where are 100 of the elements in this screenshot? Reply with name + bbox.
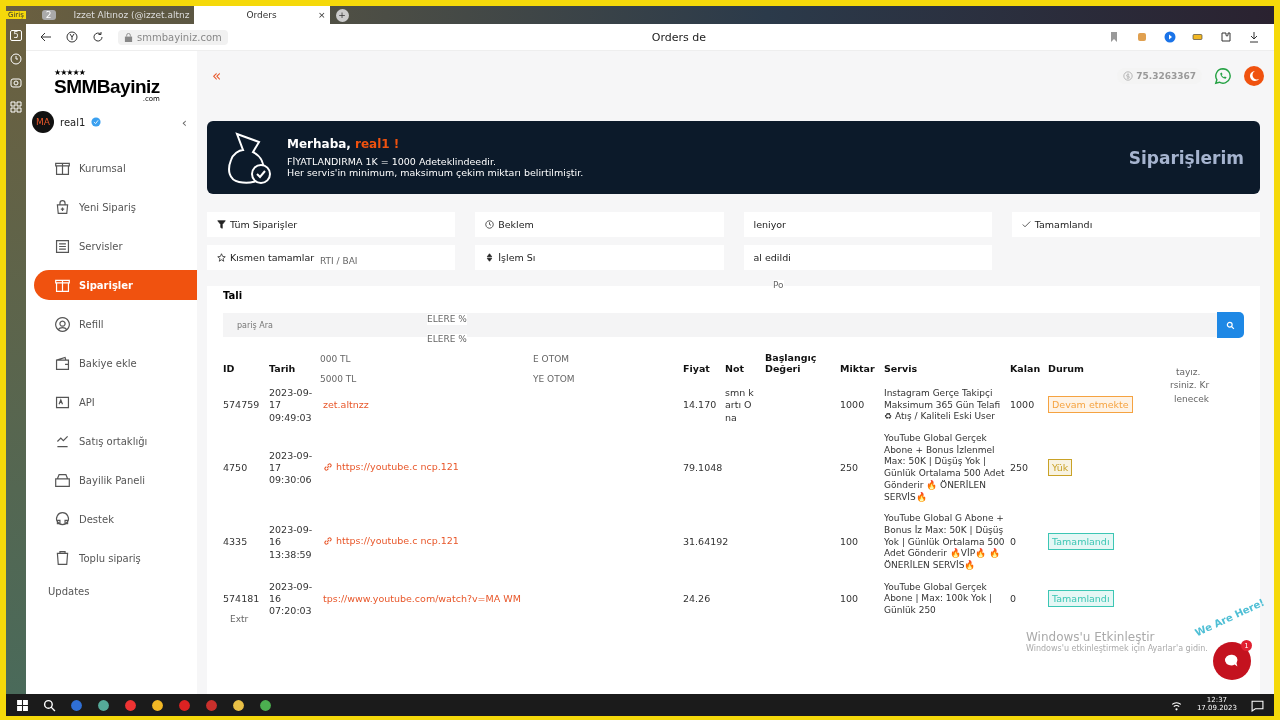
- table-cell-text: 24.26: [683, 592, 712, 606]
- overlay-fragment: ELERE %: [427, 334, 467, 345]
- battery-icon[interactable]: [1192, 31, 1204, 43]
- column-header: Başlangıç Değeri: [765, 352, 818, 374]
- column-header: Fiyat: [683, 363, 710, 374]
- verified-icon: [91, 117, 102, 127]
- order-link[interactable]: tps://www.youtube.com/watch?v=MA WM: [323, 593, 521, 606]
- app-icon[interactable]: [97, 698, 110, 712]
- table-cell-text: 2023-09-16 13:38:59: [269, 522, 314, 562]
- overlay-fragment: Extr: [230, 614, 249, 625]
- sidebar-item[interactable]: Bakiye ekle: [34, 348, 197, 378]
- greeting: Merhaba, real1 !: [287, 137, 401, 151]
- play-icon[interactable]: [1164, 31, 1176, 43]
- table-cell-text: 1000: [1010, 398, 1036, 413]
- status-badge: Tamamlandı: [1048, 590, 1114, 607]
- search-icon[interactable]: [43, 698, 56, 712]
- sidebar-item[interactable]: API: [34, 387, 197, 417]
- reload-icon[interactable]: [92, 31, 104, 43]
- table-cell-text: 1000: [840, 398, 866, 413]
- link-icon: [323, 536, 333, 547]
- menu-icon: [54, 510, 71, 528]
- sidebar-item[interactable]: Toplu sipariş: [34, 543, 197, 573]
- table-cell-text: 14.170: [683, 398, 718, 413]
- column-header: Tarih: [269, 363, 296, 374]
- status-filter[interactable]: leniyor: [743, 212, 992, 237]
- table-cell: smn kartı Ona: [725, 387, 755, 425]
- menu-icon: [54, 471, 71, 489]
- table-cell-text: 574181: [223, 592, 261, 606]
- overlay-fragment: ELERE %: [427, 314, 467, 325]
- coin-icon: [1123, 71, 1134, 81]
- overlay-fragment: lenecek: [1174, 394, 1209, 405]
- tab-badge[interactable]: 5: [10, 30, 22, 41]
- close-button[interactable]: ×: [318, 10, 326, 20]
- status-badge: Tamamlandı: [1048, 533, 1114, 551]
- page-title: Orders de: [651, 30, 706, 44]
- browser-tab[interactable]: Orders ×: [193, 6, 330, 24]
- clock-icon[interactable]: [10, 53, 22, 65]
- sidebar-item[interactable]: Destek: [34, 504, 197, 534]
- table-cell-text: 2023-09-17 09:30:06: [269, 448, 314, 488]
- activation-text: Windows'u etkinleştirmek için Ayarlar'a gidin.: [1026, 644, 1208, 653]
- new-tab-button[interactable]: +: [335, 8, 349, 22]
- status-filter[interactable]: Tüm Siparişler: [207, 212, 456, 237]
- page-heading: Siparişlerim: [1128, 147, 1244, 168]
- app-icon[interactable]: [124, 698, 137, 712]
- table-cell-text: 250: [1010, 460, 1030, 475]
- overlay-fragment: YE OTOM: [533, 374, 575, 385]
- user-avatar[interactable]: MA: [32, 111, 54, 133]
- status-filter[interactable]: Beklem: [475, 212, 724, 237]
- order-link[interactable]: https://youtube.c ncp.121: [323, 535, 459, 548]
- overlay-fragment: E OTOM: [533, 354, 569, 365]
- camera-icon[interactable]: [10, 77, 22, 89]
- puzzle-icon[interactable]: [1220, 31, 1232, 43]
- start-icon[interactable]: [16, 698, 29, 712]
- sidebar-item[interactable]: Servisler: [34, 231, 197, 261]
- table-cell-text: 0: [1010, 592, 1018, 606]
- menu-icon: [54, 198, 71, 216]
- sidebar-item[interactable]: Bayilik Paneli: [34, 465, 197, 495]
- grid-icon[interactable]: [10, 101, 22, 113]
- table-cell-text: Instagram Gerçe Takipçi Maksimum 365 Gün Telafi ♻ Atış / Kaliteli Eski User: [884, 387, 1002, 424]
- download-icon[interactable]: [1248, 31, 1260, 43]
- status-filter[interactable]: al edildi: [743, 245, 992, 270]
- order-link[interactable]: zet.altnzz: [323, 399, 369, 412]
- sidebar-item[interactable]: Yeni Sipariş: [34, 192, 197, 222]
- status-badge: Devam etmekte: [1048, 396, 1133, 414]
- chat-icon[interactable]: [1214, 67, 1232, 85]
- back-icon[interactable]: [40, 31, 52, 43]
- sidebar-item[interactable]: Kurumsal: [34, 153, 197, 183]
- card-title: Tali: [223, 290, 243, 301]
- updates-link[interactable]: Updates: [26, 586, 90, 597]
- sidebar-item[interactable]: Siparişler: [34, 270, 197, 300]
- table-cell-text: YouTube Global Gerçek Abone + Bonus İzlenmel Max: 50K | Düşüş Yok | Günlük Ortalama 500 Adet Gönderir 🔥 ÖNERİLEN SERVİS🔥: [884, 432, 1006, 504]
- search-icon: [1226, 320, 1235, 330]
- column-header: ID: [223, 363, 235, 374]
- table-cell-text: 574759: [223, 398, 261, 413]
- table-cell-text: 0: [1010, 535, 1018, 550]
- table-cell-text: 100: [840, 592, 860, 606]
- bookmark-icon[interactable]: [1108, 31, 1120, 43]
- notification-icon[interactable]: [1251, 698, 1264, 712]
- filter-icon: [217, 253, 226, 262]
- overlay-fragment: RTI / BAI: [320, 256, 358, 267]
- browser-tab[interactable]: Izzet Altınoz (@izzet.altnz: [61, 6, 188, 24]
- table-cell-text: 2023-09-17 09:49:03: [269, 386, 314, 425]
- sidebar-item[interactable]: Satış ortaklığı: [34, 426, 197, 456]
- status-filter[interactable]: İşlem Sı: [475, 245, 724, 270]
- column-header: Durum: [1048, 363, 1084, 374]
- filter-icon: [485, 253, 495, 262]
- browser-logo-icon[interactable]: [66, 31, 78, 43]
- search-button[interactable]: [1217, 312, 1244, 338]
- app-icon[interactable]: [259, 698, 272, 712]
- order-link[interactable]: https://youtube.c ncp.121: [323, 460, 459, 474]
- app-icon[interactable]: [232, 698, 245, 712]
- sidebar-item[interactable]: Refill: [34, 309, 197, 339]
- table-cell-text: 4750: [223, 460, 249, 475]
- dark-mode-icon[interactable]: [1244, 66, 1264, 86]
- app-icon[interactable]: [151, 698, 164, 712]
- filter-icon: [485, 220, 495, 229]
- status-filter[interactable]: Tamamlandı: [1011, 212, 1260, 237]
- collapse-button[interactable]: ‹: [181, 114, 187, 130]
- table-cell-text: 100: [840, 535, 860, 550]
- overlay-fragment: Po: [773, 280, 784, 291]
